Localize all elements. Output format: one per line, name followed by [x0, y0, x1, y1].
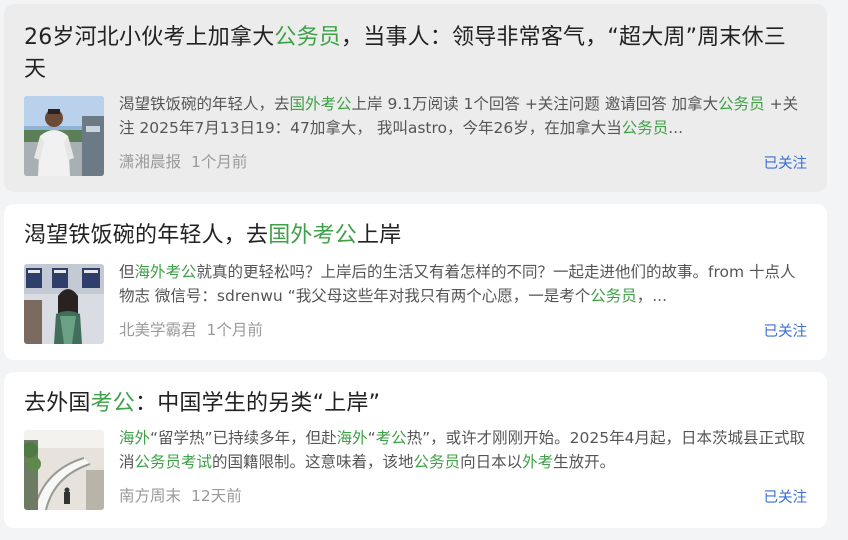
news-card[interactable]: 26岁河北小伙考上加拿大公务员，当事人：领导非常客气，“超大周”周末休三天 渴望… — [4, 4, 827, 192]
followed-button[interactable]: 已关注 — [764, 486, 808, 507]
followed-button[interactable]: 已关注 — [764, 152, 808, 173]
keyword-highlight: 公务员 — [718, 95, 765, 113]
text-segment: 向日本以 — [460, 453, 523, 471]
keyword-highlight: 海外考公 — [134, 263, 197, 281]
text-segment: 上岸 — [357, 223, 402, 248]
text-segment: ... — [668, 119, 684, 137]
news-thumbnail[interactable] — [24, 430, 104, 510]
text-segment: 就真的更轻松吗？上岸后的生活又有着怎样的不同？一起走进他们的故事。from 十点… — [119, 263, 796, 305]
news-title[interactable]: 26岁河北小伙考上加拿大公务员，当事人：领导非常客气，“超大周”周末休三天 — [24, 22, 797, 86]
news-title[interactable]: 渴望铁饭碗的年轻人，去国外考公上岸 — [24, 220, 797, 252]
text-segment: 渴望铁饭碗的年轻人，去 — [24, 223, 269, 248]
keyword-highlight: 公务员 — [274, 25, 342, 50]
news-meta: 南方周末 12天前 — [119, 484, 242, 506]
keyword-highlight: 公务员 — [621, 119, 669, 137]
news-time: 12天前 — [191, 487, 242, 505]
keyword-highlight: 海外 — [336, 429, 368, 447]
keyword-highlight: 公务员 — [413, 453, 461, 471]
text-segment: “ — [367, 429, 376, 447]
text-segment: ：中国学生的另类“上岸” — [135, 391, 381, 416]
keyword-highlight: 公务员考试 — [134, 453, 213, 471]
keyword-highlight: 考公 — [90, 391, 136, 416]
followed-button[interactable]: 已关注 — [764, 320, 808, 341]
news-time: 1个月前 — [191, 153, 248, 171]
news-source[interactable]: 潇湘晨报 — [119, 153, 181, 171]
keyword-highlight: 外考 — [522, 453, 554, 471]
text-segment: 26岁河北小伙考上加拿大 — [24, 25, 275, 50]
text-segment: 上岸 9.1万阅读 1个回答 +关注问题 邀请回答 加拿大 — [351, 95, 719, 113]
text-segment: 的国籍限制。这意味着，该地 — [212, 453, 414, 471]
keyword-highlight: 公务员 — [590, 287, 637, 305]
news-source[interactable]: 南方周末 — [119, 487, 181, 505]
news-thumbnail[interactable] — [24, 96, 104, 176]
text-segment: 渴望铁饭碗的年轻人，去 — [119, 95, 290, 113]
text-segment: 去外国 — [24, 391, 91, 416]
news-time: 1个月前 — [206, 321, 263, 339]
news-source[interactable]: 北美学霸君 — [119, 321, 197, 339]
keyword-highlight: 考公 — [375, 429, 407, 447]
text-segment: ，... — [636, 287, 667, 305]
text-segment: 但 — [119, 263, 135, 281]
news-card[interactable]: 去外国考公：中国学生的另类“上岸” 海外“留学热”已持续多年，但赴海外“考公热”… — [4, 372, 827, 528]
keyword-highlight: 国外考公 — [268, 223, 358, 248]
news-meta: 潇湘晨报 1个月前 — [119, 150, 247, 172]
news-abstract: 渴望铁饭碗的年轻人，去国外考公上岸 9.1万阅读 1个回答 +关注问题 邀请回答… — [119, 92, 807, 140]
news-card[interactable]: 渴望铁饭碗的年轻人，去国外考公上岸 但海外考公就真的更轻松吗？上岸后的生活又有着… — [4, 204, 827, 360]
text-segment: 生放开。 — [553, 453, 616, 471]
news-abstract: 海外“留学热”已持续多年，但赴海外“考公热”，或许才刚刚开始。2025年4月起，… — [119, 426, 807, 474]
news-title[interactable]: 去外国考公：中国学生的另类“上岸” — [24, 388, 797, 420]
keyword-highlight: 海外 — [119, 429, 151, 447]
keyword-highlight: 国外考公 — [289, 95, 352, 113]
news-meta: 北美学霸君 1个月前 — [119, 318, 263, 340]
news-thumbnail[interactable] — [24, 264, 104, 344]
text-segment: “留学热”已持续多年，但赴 — [150, 429, 337, 447]
news-abstract: 但海外考公就真的更轻松吗？上岸后的生活又有着怎样的不同？一起走进他们的故事。fr… — [119, 260, 807, 308]
